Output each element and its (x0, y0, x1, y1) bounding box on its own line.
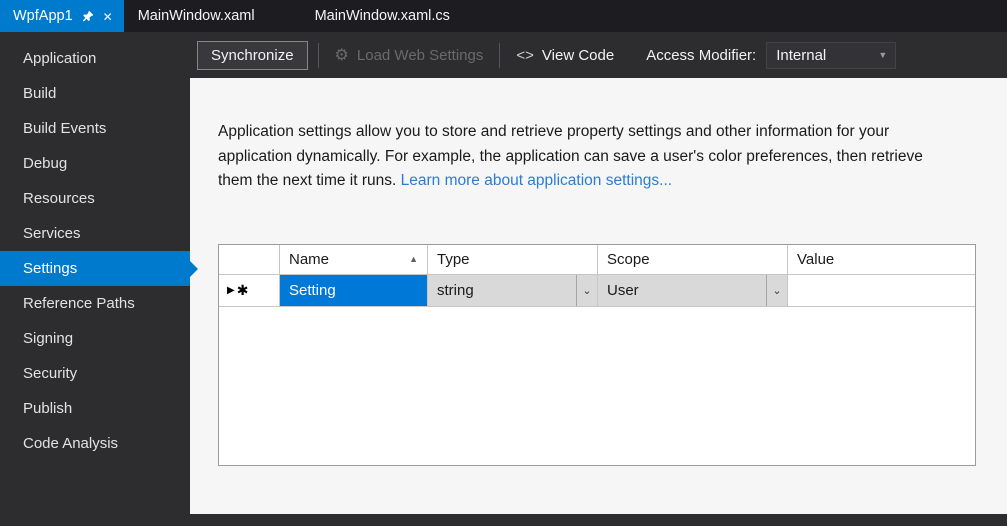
settings-page: Synchronize ⚙ Load Web Settings <> View … (190, 32, 1007, 526)
pin-icon[interactable] (82, 10, 94, 22)
sidebar-item-signing[interactable]: Signing (0, 321, 190, 356)
bottom-strip (190, 514, 1007, 526)
column-label: Name (289, 250, 330, 268)
toolbar-separator (499, 42, 501, 68)
tab-label: MainWindow.xaml (137, 8, 255, 24)
grid-cell-scope[interactable]: User ⌄ (598, 274, 788, 306)
tab-wpfapp1[interactable]: WpfApp1 ✕ (0, 0, 124, 32)
tab-mainwindow-xaml[interactable]: MainWindow.xaml (124, 0, 301, 32)
column-label: Scope (607, 250, 650, 268)
synchronize-button[interactable]: Synchronize (197, 40, 308, 70)
load-web-settings-button[interactable]: ⚙ Load Web Settings (329, 47, 490, 64)
sidebar-item-settings[interactable]: Settings (0, 251, 198, 286)
sidebar-item-resources[interactable]: Resources (0, 181, 190, 216)
tab-mainwindow-xaml-cs[interactable]: MainWindow.xaml.cs (301, 0, 496, 32)
grid-row: ▶ ✱ Setting string ⌄ User ⌄ (219, 274, 975, 307)
document-tab-bar: WpfApp1 ✕ MainWindow.xaml MainWindow.xam… (0, 0, 1007, 32)
view-code-label: View Code (541, 46, 615, 64)
close-icon[interactable]: ✕ (103, 10, 113, 23)
settings-toolbar: Synchronize ⚙ Load Web Settings <> View … (190, 32, 1007, 78)
grid-header-name[interactable]: Name ▲ (280, 244, 428, 274)
new-row-icon: ✱ (236, 281, 249, 298)
tab-label: WpfApp1 (13, 8, 73, 24)
grid-corner-header[interactable] (219, 244, 280, 274)
code-icon: <> (516, 46, 534, 64)
row-header-cell[interactable]: ▶ ✱ (219, 274, 280, 306)
sidebar-item-application[interactable]: Application (0, 41, 190, 76)
sort-ascending-icon: ▲ (409, 254, 418, 264)
access-modifier-label: Access Modifier: (646, 46, 757, 64)
gear-icon: ⚙ (334, 45, 349, 64)
scope-value: User (607, 281, 639, 299)
load-web-settings-label: Load Web Settings (356, 46, 484, 64)
grid-cell-type[interactable]: string ⌄ (428, 274, 598, 306)
column-label: Type (437, 250, 470, 268)
grid-header-type[interactable]: Type (428, 244, 598, 274)
tab-label: MainWindow.xaml.cs (314, 8, 450, 24)
type-value: string (437, 281, 474, 299)
column-label: Value (797, 250, 835, 268)
sidebar-item-publish[interactable]: Publish (0, 391, 190, 426)
view-code-button[interactable]: <> View Code (510, 47, 620, 64)
sidebar-item-build-events[interactable]: Build Events (0, 111, 190, 146)
learn-more-link[interactable]: Learn more about application settings... (401, 172, 672, 189)
grid-header-value[interactable]: Value (788, 245, 975, 274)
grid-empty-area (219, 306, 975, 465)
access-modifier-value: Internal (776, 46, 827, 64)
sidebar-item-code-analysis[interactable]: Code Analysis (0, 426, 190, 461)
grid-header-row: Name ▲ Type Scope Value (219, 244, 975, 275)
sidebar-item-services[interactable]: Services (0, 216, 190, 251)
toolbar-separator (317, 42, 319, 68)
sidebar-item-security[interactable]: Security (0, 356, 190, 391)
grid-cell-value[interactable] (788, 274, 975, 306)
chevron-down-icon: ▼ (878, 50, 888, 60)
visual-studio-window: WpfApp1 ✕ MainWindow.xaml MainWindow.xam… (0, 0, 1007, 526)
scope-dropdown-button[interactable]: ⌄ (766, 274, 787, 306)
current-row-icon: ▶ (227, 284, 235, 296)
grid-header-scope[interactable]: Scope (598, 244, 788, 274)
grid-cell-name[interactable]: Setting (280, 274, 428, 306)
settings-description: Application settings allow you to store … (218, 120, 958, 194)
sidebar-item-build[interactable]: Build (0, 76, 190, 111)
type-dropdown-button[interactable]: ⌄ (576, 274, 597, 306)
settings-grid: Name ▲ Type Scope Value ▶ ✱ Setting stri… (218, 243, 976, 466)
sidebar-item-debug[interactable]: Debug (0, 146, 190, 181)
sidebar-item-reference-paths[interactable]: Reference Paths (0, 286, 190, 321)
project-properties-sidebar: Application Build Build Events Debug Res… (0, 32, 198, 526)
access-modifier-dropdown[interactable]: Internal ▼ (766, 41, 897, 69)
